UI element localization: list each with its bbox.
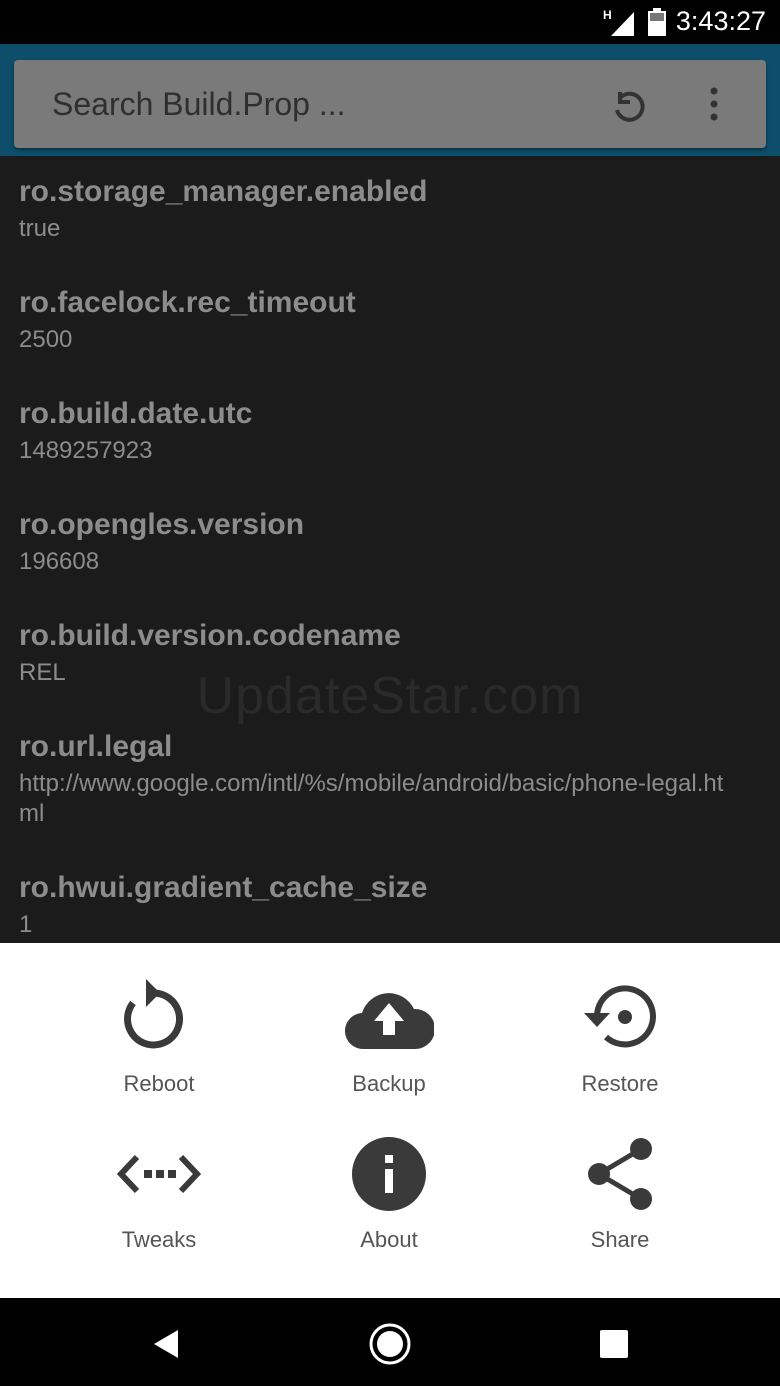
restore-icon: [584, 985, 656, 1048]
property-value: 1: [19, 911, 33, 938]
list-item[interactable]: ro.url.legal http://www.google.com/intl/…: [19, 729, 739, 829]
clock-time: 3:43:27: [675, 6, 766, 36]
status-bar: H 3:43:27: [0, 0, 780, 44]
app-bar: [0, 44, 780, 156]
property-value: 196608: [19, 548, 100, 575]
bottom-sheet: Reboot Backup Restore Tweaks About Share: [0, 943, 780, 1298]
backup-label: Backup: [352, 1071, 426, 1096]
back-icon[interactable]: [144, 1322, 188, 1366]
list-item[interactable]: ro.storage_manager.enabled true: [19, 174, 759, 244]
share-label: Share: [590, 1227, 650, 1252]
refresh-icon[interactable]: [608, 84, 648, 124]
share-icon: [588, 1138, 652, 1210]
property-key: ro.build.date.utc: [19, 397, 253, 430]
property-key: ro.build.version.codename: [19, 619, 401, 652]
tweaks-label: Tweaks: [121, 1227, 197, 1252]
info-icon: [352, 1137, 426, 1211]
backup-button[interactable]: Backup: [299, 979, 479, 1097]
network-type-label: H: [603, 8, 612, 22]
list-item[interactable]: ro.hwui.gradient_cache_size 1: [19, 870, 759, 940]
home-icon[interactable]: [368, 1322, 412, 1366]
cloud-upload-icon: [344, 993, 434, 1050]
about-label: About: [360, 1227, 418, 1252]
battery-icon: [648, 8, 666, 36]
property-value: http://www.google.com/intl/%s/mobile/and…: [19, 770, 724, 827]
search-input[interactable]: [52, 86, 572, 123]
share-button[interactable]: Share: [530, 1135, 710, 1253]
list-item[interactable]: ro.opengles.version 196608: [19, 507, 759, 577]
property-value: true: [19, 215, 61, 242]
recents-icon[interactable]: [592, 1322, 636, 1366]
cellular-signal-icon: H: [603, 8, 634, 36]
property-key: ro.facelock.rec_timeout: [19, 286, 356, 319]
reboot-label: Reboot: [123, 1071, 195, 1096]
list-item[interactable]: ro.facelock.rec_timeout 2500: [19, 285, 759, 355]
list-item[interactable]: ro.build.date.utc 1489257923: [19, 396, 759, 466]
list-item[interactable]: ro.build.version.codename REL: [19, 618, 759, 688]
reboot-icon: [124, 979, 184, 1049]
property-value: 1489257923: [19, 437, 153, 464]
code-dots-icon: [117, 1154, 201, 1194]
restore-button[interactable]: Restore: [530, 979, 710, 1097]
property-key: ro.storage_manager.enabled: [19, 175, 428, 208]
navigation-bar: [0, 1298, 780, 1386]
tweaks-button[interactable]: Tweaks: [69, 1135, 249, 1253]
reboot-button[interactable]: Reboot: [69, 979, 249, 1097]
search-bar: [14, 60, 766, 148]
property-key: ro.opengles.version: [19, 508, 305, 541]
about-button[interactable]: About: [299, 1135, 479, 1253]
more-vert-icon[interactable]: [700, 82, 728, 126]
restore-label: Restore: [581, 1071, 659, 1096]
property-value: REL: [19, 659, 66, 686]
property-key: ro.hwui.gradient_cache_size: [19, 871, 428, 904]
property-value: 2500: [19, 326, 73, 353]
property-list: UpdateStar.com ro.storage_manager.enable…: [0, 156, 780, 943]
property-key: ro.url.legal: [19, 730, 173, 763]
